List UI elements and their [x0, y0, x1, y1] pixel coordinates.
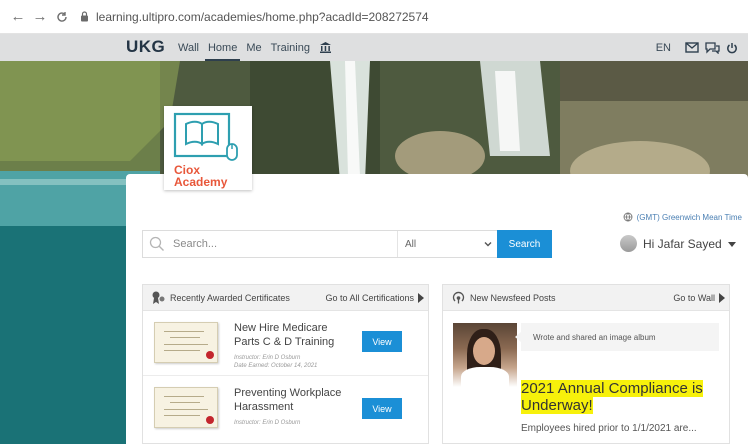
go-to-wall-link[interactable]: Go to Wall	[673, 293, 715, 303]
address-bar[interactable]: learning.ultipro.com/academies/home.php?…	[78, 5, 429, 29]
post-author-photo[interactable]	[453, 323, 517, 387]
newsfeed-title: New Newsfeed Posts	[470, 292, 556, 303]
certificates-card-header: Recently Awarded Certificates Go to All …	[143, 285, 428, 311]
certificate-line	[164, 415, 200, 416]
user-greeting: Hi Jafar Sayed	[643, 236, 722, 251]
caret-down-icon	[727, 241, 736, 247]
app-nav-bar: UKG Wall Home Me Training EN	[0, 34, 748, 61]
nav-home[interactable]: Home	[204, 34, 241, 61]
certificate-ribbon-icon	[152, 291, 165, 304]
nav-wall[interactable]: Wall	[178, 34, 199, 61]
institution-icon[interactable]	[319, 41, 332, 54]
all-certifications-link[interactable]: Go to All Certifications	[325, 293, 414, 303]
certificate-item: New Hire Medicare Parts C & D Training I…	[143, 311, 428, 373]
browser-toolbar: ← → learning.ultipro.com/academies/home.…	[0, 0, 748, 34]
lock-icon	[78, 11, 90, 23]
certificate-line	[170, 337, 200, 338]
post-headline-text: 2021 Annual Compliance is Underway!	[521, 380, 703, 414]
search-bar: All Search	[142, 230, 552, 258]
certificate-line	[164, 409, 208, 410]
view-certificate-button[interactable]: View	[362, 398, 402, 419]
main-content: (GMT) Greenwich Mean Time All Search Hi …	[126, 174, 748, 444]
certificate-thumbnail[interactable]	[154, 387, 218, 428]
chevron-down-icon	[484, 242, 492, 247]
url-text: learning.ultipro.com/academies/home.php?…	[96, 9, 429, 24]
broadcast-icon	[452, 291, 465, 304]
search-button[interactable]: Search	[497, 230, 552, 258]
newsfeed-card: New Newsfeed Posts Go to Wall Wrote and …	[442, 284, 730, 444]
reload-icon	[57, 11, 67, 22]
forward-button[interactable]: →	[30, 7, 50, 27]
certificate-line	[164, 331, 204, 332]
view-certificate-button[interactable]: View	[362, 331, 402, 352]
certificate-title[interactable]: New Hire Medicare Parts C & D Training	[234, 321, 349, 349]
nav-training[interactable]: Training	[271, 34, 310, 61]
certificate-line	[164, 350, 200, 351]
power-icon[interactable]	[724, 40, 740, 56]
academy-logo[interactable]: Ciox Academy	[164, 106, 252, 190]
certificate-item: Preventing Workplace Harassment Instruct…	[143, 375, 428, 437]
search-icon	[149, 236, 164, 251]
academy-name-line2: Academy	[174, 175, 228, 189]
certificate-instructor: Instructor: Erin D Osburn	[234, 420, 301, 426]
language-selector[interactable]: EN	[656, 42, 671, 54]
caret-right-icon[interactable]	[417, 293, 424, 303]
certificates-card: Recently Awarded Certificates Go to All …	[142, 284, 429, 444]
nav-utilities: EN	[656, 34, 740, 61]
academy-name: Ciox Academy	[174, 164, 227, 188]
timezone-label: (GMT) Greenwich Mean Time	[636, 212, 742, 222]
certificates-title: Recently Awarded Certificates	[170, 292, 290, 303]
photo-face	[473, 337, 495, 365]
certificate-seal	[206, 416, 214, 424]
mail-icon[interactable]	[684, 40, 700, 56]
post-excerpt: Employees hired prior to 1/1/2021 are...	[521, 423, 697, 434]
back-button[interactable]: ←	[8, 7, 28, 27]
newsfeed-card-header: New Newsfeed Posts Go to Wall	[443, 285, 729, 311]
post-activity: Wrote and shared an image album	[515, 323, 719, 351]
certificate-line	[164, 396, 204, 397]
search-input[interactable]	[173, 238, 393, 250]
photo-shirt	[461, 367, 509, 387]
certificate-seal	[206, 351, 214, 359]
nav-me[interactable]: Me	[246, 34, 261, 61]
globe-icon	[623, 212, 633, 222]
chat-icon[interactable]	[704, 40, 720, 56]
post-headline[interactable]: 2021 Annual Compliance is Underway!	[521, 380, 721, 414]
timezone-link[interactable]: (GMT) Greenwich Mean Time	[623, 212, 742, 222]
certificate-thumbnail[interactable]	[154, 322, 218, 363]
book-icon	[173, 112, 238, 161]
reload-button[interactable]	[52, 7, 72, 27]
certificate-date: Date Earned: October 14, 2021	[234, 363, 318, 369]
certificate-line	[170, 402, 200, 403]
ukg-logo[interactable]: UKG	[126, 37, 165, 57]
user-menu[interactable]: Hi Jafar Sayed	[620, 235, 737, 252]
search-filter-select[interactable]: All	[397, 231, 497, 257]
certificate-title[interactable]: Preventing Workplace Harassment	[234, 386, 349, 414]
caret-right-icon[interactable]	[718, 293, 725, 303]
main-nav: Wall Home Me Training	[178, 34, 332, 61]
certificate-line	[164, 344, 208, 345]
filter-value: All	[405, 238, 417, 250]
avatar	[620, 235, 637, 252]
